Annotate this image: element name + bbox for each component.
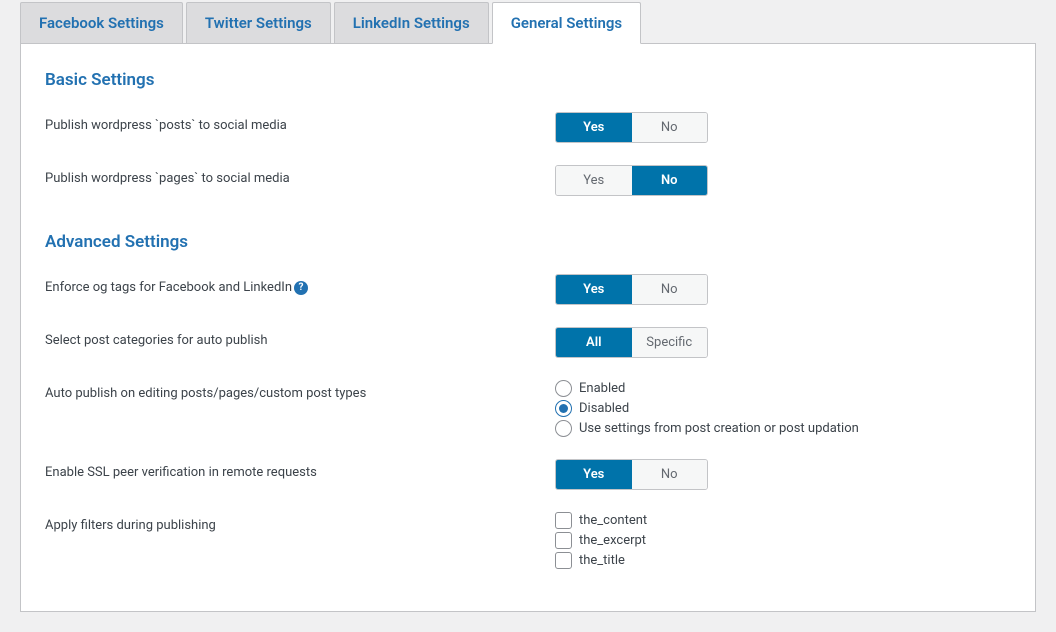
checkbox-box-icon <box>555 552 572 569</box>
row-publish-posts: Publish wordpress `posts` to social medi… <box>45 112 1011 143</box>
label-enforce-og: Enforce og tags for Facebook and LinkedI… <box>45 274 555 295</box>
label-ssl: Enable SSL peer verification in remote r… <box>45 459 555 480</box>
radio-label-enabled: Enabled <box>579 381 625 396</box>
checkbox-the-content[interactable]: the_content <box>555 512 1011 529</box>
row-filters: Apply filters during publishing the_cont… <box>45 512 1011 569</box>
tab-twitter-settings[interactable]: Twitter Settings <box>186 2 331 43</box>
toggle-ssl-no[interactable]: No <box>632 460 708 489</box>
help-icon[interactable]: ? <box>294 281 308 295</box>
toggle-enforce-og-no[interactable]: No <box>632 275 708 304</box>
toggle-publish-posts: Yes No <box>555 112 708 143</box>
label-publish-posts: Publish wordpress `posts` to social medi… <box>45 112 555 133</box>
checkbox-group-filters: the_content the_excerpt the_title <box>555 512 1011 569</box>
checkbox-box-icon <box>555 512 572 529</box>
row-publish-pages: Publish wordpress `pages` to social medi… <box>45 165 1011 196</box>
toggle-publish-pages-no[interactable]: No <box>632 166 708 195</box>
row-ssl: Enable SSL peer verification in remote r… <box>45 459 1011 490</box>
tabs-bar: Facebook Settings Twitter Settings Linke… <box>20 0 1036 43</box>
tab-linkedin-settings[interactable]: LinkedIn Settings <box>334 2 489 43</box>
toggle-enforce-og: Yes No <box>555 274 708 305</box>
row-enforce-og: Enforce og tags for Facebook and LinkedI… <box>45 274 1011 305</box>
label-enforce-og-text: Enforce og tags for Facebook and LinkedI… <box>45 280 292 295</box>
label-publish-pages: Publish wordpress `pages` to social medi… <box>45 165 555 186</box>
radio-label-use-settings: Use settings from post creation or post … <box>579 421 859 436</box>
toggle-enforce-og-yes[interactable]: Yes <box>556 275 632 304</box>
checkbox-label-the-excerpt: the_excerpt <box>579 533 646 548</box>
radio-auto-publish-disabled[interactable]: Disabled <box>555 400 1011 417</box>
toggle-ssl-yes[interactable]: Yes <box>556 460 632 489</box>
toggle-publish-pages-yes[interactable]: Yes <box>556 166 632 195</box>
radio-circle-icon <box>555 400 572 417</box>
toggle-publish-pages: Yes No <box>555 165 708 196</box>
checkbox-the-title[interactable]: the_title <box>555 552 1011 569</box>
toggle-categories: All Specific <box>555 327 708 358</box>
radio-group-auto-publish: Enabled Disabled Use settings from post … <box>555 380 1011 437</box>
label-filters: Apply filters during publishing <box>45 512 555 533</box>
toggle-ssl: Yes No <box>555 459 708 490</box>
toggle-publish-posts-no[interactable]: No <box>632 113 708 142</box>
checkbox-label-the-content: the_content <box>579 513 647 528</box>
radio-auto-publish-enabled[interactable]: Enabled <box>555 380 1011 397</box>
settings-panel: Basic Settings Publish wordpress `posts`… <box>20 43 1036 612</box>
toggle-publish-posts-yes[interactable]: Yes <box>556 113 632 142</box>
radio-auto-publish-use-settings[interactable]: Use settings from post creation or post … <box>555 420 1011 437</box>
toggle-categories-all[interactable]: All <box>556 328 632 357</box>
row-auto-publish-editing: Auto publish on editing posts/pages/cust… <box>45 380 1011 437</box>
advanced-settings-heading: Advanced Settings <box>45 232 1011 252</box>
basic-settings-heading: Basic Settings <box>45 70 1011 90</box>
toggle-categories-specific[interactable]: Specific <box>632 328 708 357</box>
label-auto-publish-editing: Auto publish on editing posts/pages/cust… <box>45 380 555 401</box>
label-categories: Select post categories for auto publish <box>45 327 555 348</box>
radio-label-disabled: Disabled <box>579 401 629 416</box>
radio-circle-icon <box>555 420 572 437</box>
checkbox-box-icon <box>555 532 572 549</box>
checkbox-the-excerpt[interactable]: the_excerpt <box>555 532 1011 549</box>
tab-facebook-settings[interactable]: Facebook Settings <box>20 2 183 43</box>
tab-general-settings[interactable]: General Settings <box>492 2 641 44</box>
checkbox-label-the-title: the_title <box>579 553 625 568</box>
row-categories: Select post categories for auto publish … <box>45 327 1011 358</box>
radio-circle-icon <box>555 380 572 397</box>
